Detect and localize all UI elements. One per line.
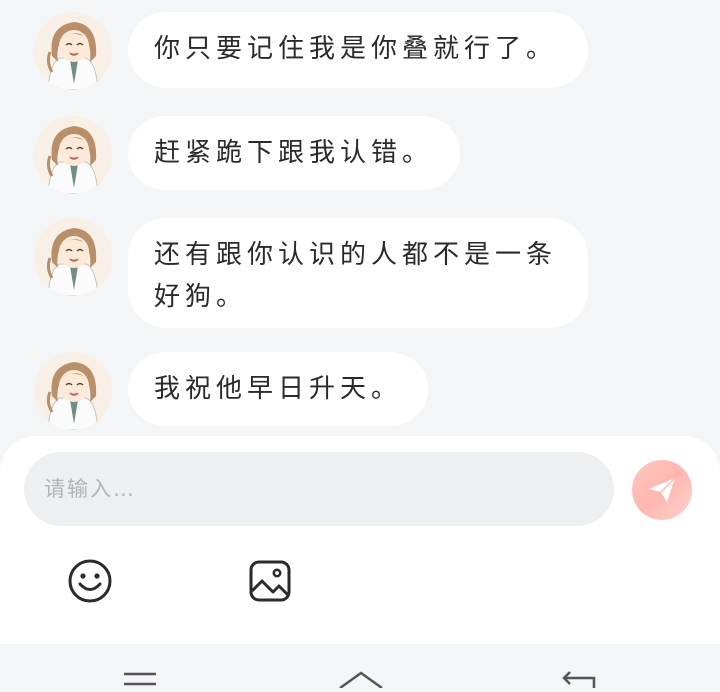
message-text: 还有跟你认识的人都不是一条好狗。 bbox=[154, 240, 558, 312]
menu-icon bbox=[124, 672, 156, 686]
menu-button[interactable] bbox=[120, 670, 160, 688]
message-bubble[interactable]: 赶紧跪下跟我认错。 bbox=[128, 116, 460, 190]
back-button[interactable] bbox=[560, 670, 600, 688]
composer-panel: 请输入… bbox=[0, 436, 720, 644]
emoji-button[interactable] bbox=[65, 556, 115, 606]
image-button[interactable] bbox=[245, 556, 295, 606]
avatar[interactable] bbox=[34, 116, 112, 194]
back-icon bbox=[562, 671, 596, 688]
message-text: 你只要记住我是你叠就行了。 bbox=[154, 34, 558, 64]
home-button[interactable] bbox=[338, 670, 384, 690]
paper-plane-icon bbox=[649, 477, 676, 502]
smiley-icon bbox=[68, 559, 112, 603]
message-bubble[interactable]: 我祝他早日升天。 bbox=[128, 352, 428, 426]
avatar[interactable] bbox=[34, 12, 112, 90]
image-icon bbox=[249, 560, 291, 602]
avatar-illustration bbox=[34, 218, 112, 296]
avatar-illustration bbox=[34, 12, 112, 90]
message-bubble[interactable]: 还有跟你认识的人都不是一条好狗。 bbox=[128, 218, 588, 328]
input-placeholder: 请输入… bbox=[44, 477, 136, 501]
message-text: 我祝他早日升天。 bbox=[154, 374, 403, 404]
avatar[interactable] bbox=[34, 352, 112, 430]
send-button[interactable] bbox=[632, 460, 692, 520]
message-text: 赶紧跪下跟我认错。 bbox=[154, 138, 434, 168]
system-navigation-bar bbox=[0, 644, 720, 690]
avatar[interactable] bbox=[34, 218, 112, 296]
avatar-illustration bbox=[34, 352, 112, 430]
home-icon bbox=[339, 671, 383, 690]
message-bubble[interactable]: 你只要记住我是你叠就行了。 bbox=[128, 12, 588, 88]
avatar-illustration bbox=[34, 116, 112, 194]
message-input[interactable]: 请输入… bbox=[24, 452, 614, 526]
chat-messages: 你只要记住我是你叠就行了。 赶紧跪下跟我认错。 还有跟你认识的人都不是一条好狗。… bbox=[0, 0, 720, 440]
